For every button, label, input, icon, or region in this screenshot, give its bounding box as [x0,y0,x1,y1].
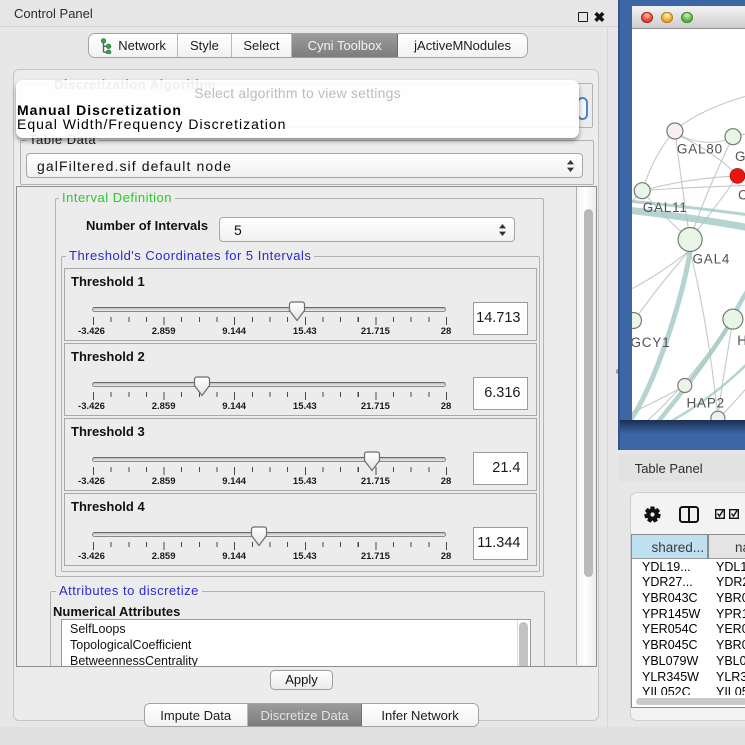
svg-text:GAL11: GAL11 [642,200,687,215]
svg-text:C: C [738,187,745,202]
svg-text:HAP2: HAP2 [686,395,724,410]
svg-text:H: H [737,332,745,347]
svg-text:GCY1: GCY1 [632,334,670,349]
svg-text:GAL80: GAL80 [676,141,722,156]
svg-text:GAL4: GAL4 [692,251,730,266]
svg-text:GA: GA [735,148,745,163]
